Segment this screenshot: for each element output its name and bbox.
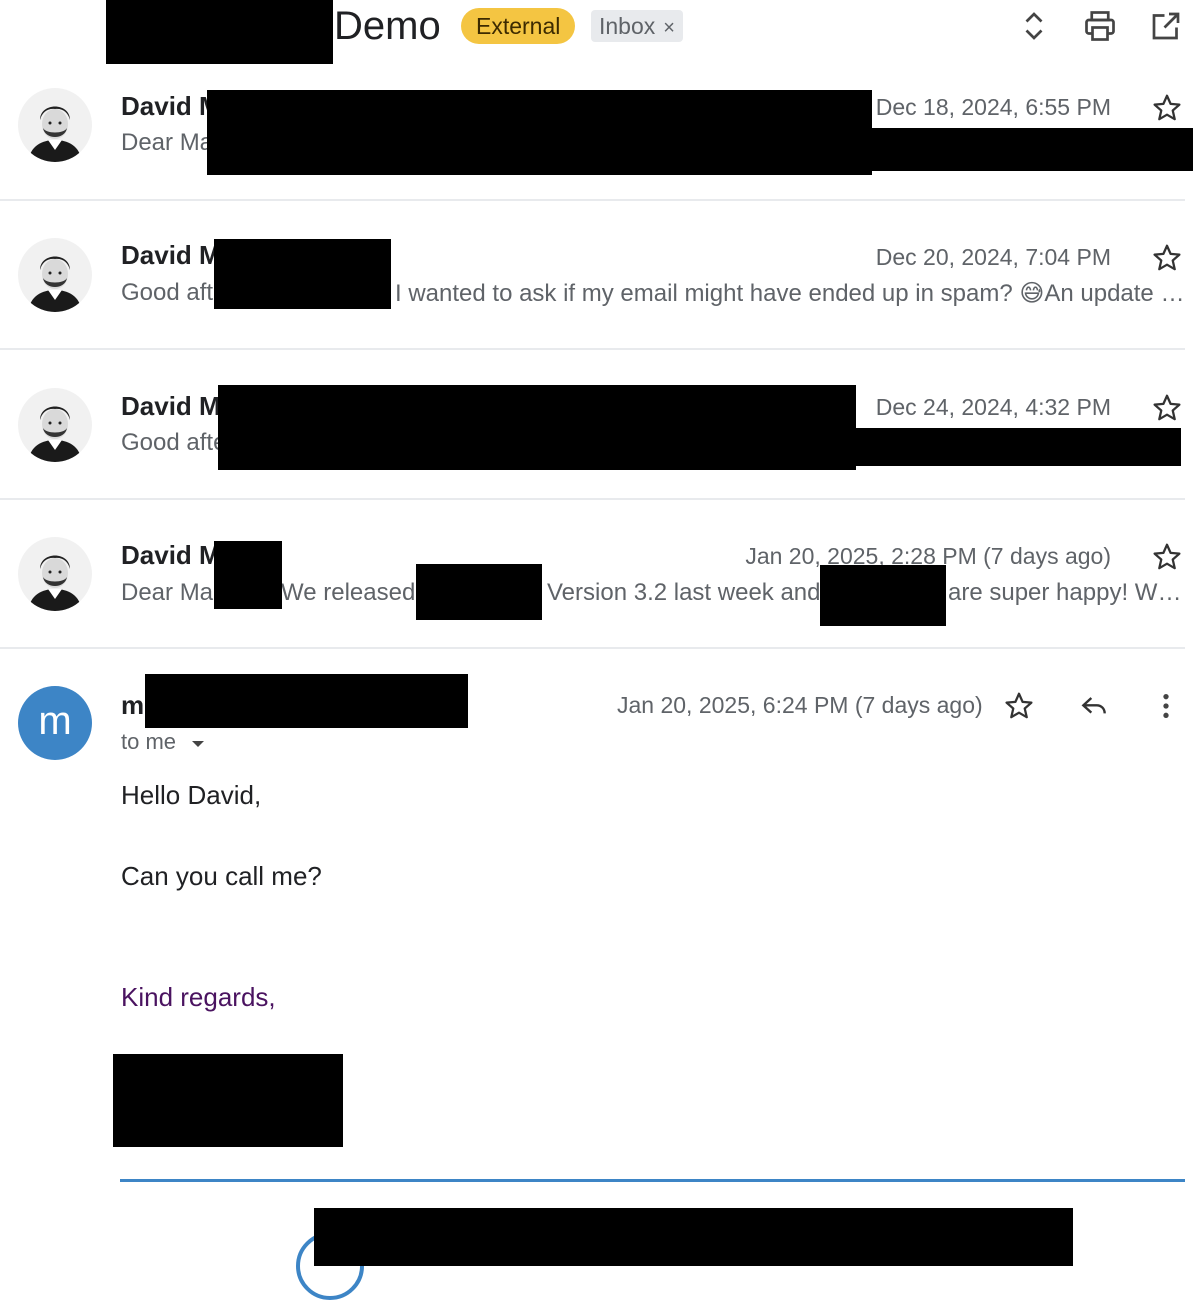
- star-icon[interactable]: [1151, 541, 1183, 573]
- email-subject: Demo: [334, 4, 441, 48]
- message-snippet-tail: I wanted to ask if my email might have e…: [395, 280, 1185, 307]
- message-date: Jan 20, 2025, 6:24 PM (7 days ago): [617, 692, 983, 718]
- redacted-block: [314, 1208, 1073, 1266]
- open-in-new-window-icon[interactable]: [1148, 8, 1184, 44]
- body-line: Can you call me?: [121, 861, 322, 891]
- redacted-block: [820, 565, 946, 626]
- message-snippet: Good aft: [121, 279, 214, 306]
- remove-label-icon[interactable]: ×: [663, 17, 675, 39]
- message-snippet: Good afte: [121, 429, 227, 456]
- sender-name: David M: [121, 391, 221, 421]
- redacted-block: [218, 385, 856, 470]
- sender-name: David M: [121, 240, 221, 270]
- redacted-block: [214, 541, 282, 609]
- row-divider: [0, 199, 1185, 201]
- inbox-label-text: Inbox: [599, 13, 656, 39]
- body-greeting: Hello David,: [121, 780, 262, 810]
- star-icon[interactable]: [1151, 242, 1183, 274]
- sender-avatar[interactable]: [18, 88, 92, 162]
- recipient-text: to me: [121, 729, 177, 754]
- message-snippet-part: Version 3.2 last week and: [547, 579, 821, 606]
- message-date: Dec 24, 2024, 4:32 PM: [875, 394, 1111, 420]
- sender-avatar[interactable]: [18, 537, 92, 611]
- caret-down-icon[interactable]: [190, 739, 206, 749]
- sender-name: David M: [121, 91, 221, 121]
- star-icon[interactable]: [1151, 392, 1183, 424]
- redacted-block: [850, 428, 1181, 466]
- sender-avatar[interactable]: [18, 238, 92, 312]
- sender-avatar[interactable]: [18, 388, 92, 462]
- message-date: Dec 20, 2024, 7:04 PM: [875, 244, 1111, 270]
- message-snippet: Dear Ma: [121, 129, 214, 156]
- row-divider: [0, 348, 1185, 350]
- star-icon[interactable]: [1151, 92, 1183, 124]
- sender-name: David M: [121, 540, 221, 570]
- row-divider: [0, 498, 1185, 500]
- redacted-block: [416, 564, 542, 620]
- message-date: Dec 18, 2024, 6:55 PM: [875, 94, 1111, 120]
- redacted-block: [145, 674, 468, 728]
- reply-icon[interactable]: [1078, 690, 1110, 722]
- external-label: External: [461, 8, 576, 44]
- more-options-icon[interactable]: [1150, 690, 1182, 722]
- message-snippet: Dear Ma: [121, 579, 214, 606]
- message-snippet-part: are super happy! W…: [948, 579, 1182, 606]
- redacted-block: [113, 1054, 343, 1147]
- recipient-line[interactable]: to me: [121, 729, 206, 755]
- star-icon[interactable]: [1003, 690, 1035, 722]
- message-snippet-part: We released: [281, 579, 416, 606]
- expand-collapse-icon[interactable]: [1016, 8, 1052, 44]
- body-closing: Kind regards,: [121, 982, 276, 1012]
- redacted-block: [207, 90, 872, 175]
- signature-divider: [120, 1179, 1185, 1182]
- sender-name: m: [121, 690, 145, 720]
- inbox-label[interactable]: Inbox ×: [591, 10, 683, 42]
- row-divider: [0, 647, 1185, 649]
- redacted-block: [214, 239, 391, 309]
- redacted-block: [106, 0, 333, 64]
- print-icon[interactable]: [1082, 8, 1118, 44]
- sender-avatar[interactable]: m: [18, 686, 92, 760]
- redacted-block: [870, 128, 1193, 171]
